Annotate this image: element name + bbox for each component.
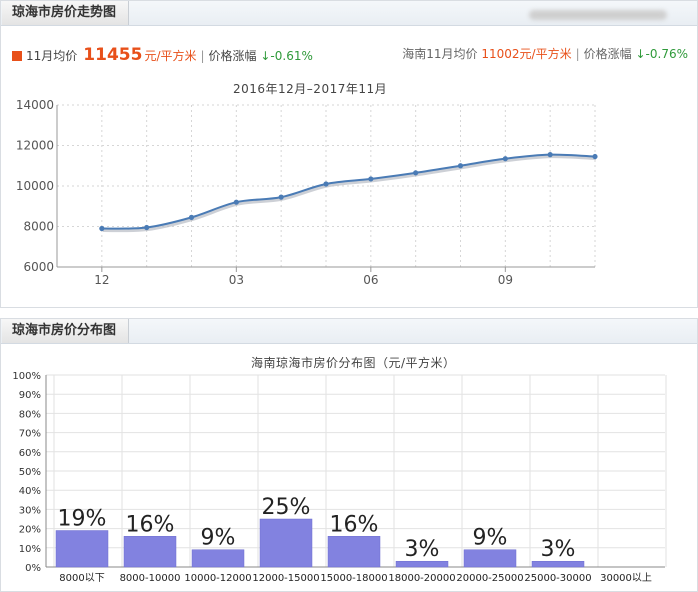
line-point — [233, 199, 239, 205]
stat-price: 11455 — [83, 45, 143, 65]
line-x-tick-label: 03 — [229, 273, 244, 287]
line-chart: 6000 8000 10000 12000 14000 12 03 06 09 — [16, 98, 598, 287]
bar-y-tick-label: 0% — [25, 563, 41, 574]
bar-x-tick-label: 15000-18000 — [320, 573, 387, 584]
bar-data-label: 9% — [473, 526, 508, 551]
trend-tab[interactable]: 琼海市房价走势图 — [2, 1, 130, 25]
bar-y-tick-label: 90% — [19, 390, 41, 401]
line-x-tick-label: 09 — [498, 273, 513, 287]
bar-rect — [327, 536, 381, 568]
stat-unit: 元/平方米 — [144, 49, 197, 63]
line-series — [101, 153, 596, 230]
line-point — [547, 152, 553, 158]
line-point — [502, 156, 508, 162]
bar-data-label: 19% — [58, 507, 107, 532]
dist-tab-bar: 琼海市房价分布图 — [1, 319, 697, 344]
bar-y-tick-label: 100% — [12, 371, 41, 382]
local-price-stat: 11月均价 11455 元/平方米 | 价格涨幅 ↓-0.61% — [12, 45, 313, 65]
legend-square-icon — [12, 51, 22, 61]
line-point — [144, 224, 150, 231]
line-point — [278, 194, 284, 200]
bar-x-tick-label: 10000-12000 — [184, 573, 251, 584]
bar-x-tick-label: 8000以下 — [59, 573, 104, 584]
bar-y-tick-label: 40% — [19, 486, 41, 497]
bar-y-tick-label: 20% — [19, 525, 41, 536]
bar-data-label: 3% — [405, 537, 440, 562]
line-y-tick-label: 10000 — [16, 179, 54, 193]
bar-y-tick-label: 30% — [19, 505, 41, 516]
prov-change-value: ↓-0.76% — [635, 47, 688, 61]
line-x-tick-label: 06 — [363, 273, 378, 287]
stat-change-label: 价格涨幅 — [208, 49, 257, 63]
line-y-tick-label: 6000 — [23, 260, 54, 274]
bar-y-tick-label: 50% — [19, 467, 41, 478]
dist-tab[interactable]: 琼海市房价分布图 — [2, 319, 130, 343]
bar-data-label: 25% — [262, 495, 311, 520]
bar-data-label: 9% — [201, 526, 236, 551]
line-point — [188, 214, 195, 220]
trend-tab-bar: 琼海市房价走势图 — [1, 1, 697, 26]
prov-label: 海南11月均价 — [402, 47, 478, 61]
bar-x-tick-label: 20000-25000 — [456, 573, 523, 584]
line-point — [457, 163, 464, 169]
bar-chart: 0% 10% 20% 30% 40% 50% 60% 70% 80% 90% 100% 19% 8000… — [12, 371, 667, 584]
bar-data-label: 3% — [541, 537, 576, 562]
stat-month-label: 11月均价 — [26, 49, 78, 63]
bar-y-tick-label: 70% — [19, 429, 41, 440]
line-y-tick-label: 14000 — [16, 98, 54, 112]
bar-chart-title: 海南琼海市房价分布图（元/平方米） — [251, 356, 456, 370]
bar-x-tick-label: 12000-15000 — [252, 573, 319, 584]
line-point — [592, 153, 598, 160]
bar-y-tick-label: 10% — [19, 544, 41, 555]
bar-rect — [123, 536, 177, 568]
distribution-panel: 琼海市房价分布图 海南琼海市房价分布图（元/平方米） 0% 10% 20% 30% 40… — [0, 318, 698, 592]
bar-data-label: 16% — [126, 512, 175, 537]
bar-rect — [259, 518, 313, 568]
line-y-tick-label: 8000 — [23, 220, 54, 234]
line-y-tick-label: 12000 — [16, 139, 54, 153]
prov-change-label: 价格涨幅 — [583, 47, 632, 61]
bar-x-tick-label: 30000以上 — [600, 572, 652, 584]
line-point — [413, 170, 419, 176]
line-point — [323, 181, 329, 187]
bar-rect — [463, 549, 517, 568]
line-point — [368, 176, 374, 182]
line-point — [99, 225, 105, 232]
stat-change-value: ↓-0.61% — [260, 49, 313, 63]
blurred-header-text — [529, 10, 667, 20]
line-x-tick-label: 12 — [94, 273, 109, 287]
bar-x-tick-label: 18000-20000 — [388, 573, 455, 584]
bar-y-tick-label: 80% — [19, 409, 41, 420]
bar-data-label: 16% — [330, 512, 379, 537]
bar-rect — [191, 549, 245, 568]
trend-panel: 琼海市房价走势图 11月均价 11455 元/平方米 | 价格涨幅 ↓-0.61% 海南… — [0, 0, 698, 308]
bar-y-tick-label: 60% — [19, 448, 41, 459]
bar-x-tick-label: 25000-30000 — [524, 573, 591, 584]
prov-price: 11002元/平方米 — [481, 47, 572, 61]
province-price-stat: 海南11月均价 11002元/平方米 | 价格涨幅 ↓-0.76% — [402, 47, 688, 61]
bar-rect — [55, 530, 109, 568]
line-series-shadow — [102, 155, 597, 233]
bar-x-tick-label: 8000-10000 — [120, 573, 181, 584]
